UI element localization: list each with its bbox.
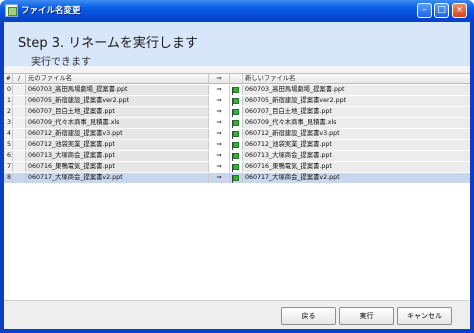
flag-cell	[230, 107, 243, 117]
table-row[interactable]: 4 060712_新宿建設_提案書v3.ppt ⇒ 060712_新宿建設_提案…	[4, 129, 470, 139]
flag-icon	[232, 120, 239, 128]
old-filename[interactable]: 060716_巣鴨電気_提案書.ppt	[26, 162, 209, 172]
run-button[interactable]: 実行	[339, 307, 394, 325]
flag-cell	[230, 118, 243, 128]
row-number: 0	[4, 85, 13, 95]
flag-icon	[232, 142, 239, 150]
row-number: 8	[4, 173, 13, 183]
flag-cell	[230, 140, 243, 150]
arrow-icon: ⇒	[209, 118, 230, 128]
flag-icon	[232, 175, 239, 183]
header-arrow[interactable]: ⇒	[209, 74, 230, 84]
flag-cell	[230, 96, 243, 106]
flag-cell	[230, 85, 243, 95]
table-row[interactable]: 2 060707_目白土地_提案書.ppt ⇒ 060707_目白土地_提案書.…	[4, 107, 470, 117]
rename-grid: # / 元のファイル名 ⇒ 新しいファイル名 0 060703_高田馬場劇場_提…	[4, 73, 470, 307]
row-number: 5	[4, 140, 13, 150]
row-number: 1	[4, 96, 13, 106]
rename-window: ファイル名変更 – □ × Step 3. リネームを実行します 実行できます …	[0, 0, 474, 333]
row-sort-cell	[13, 151, 26, 161]
row-sort-cell	[13, 140, 26, 150]
new-filename[interactable]: 060707_目白土地_提案書.ppt	[243, 107, 470, 117]
flag-cell	[230, 162, 243, 172]
arrow-icon: ⇒	[209, 85, 230, 95]
old-filename[interactable]: 060707_目白土地_提案書.ppt	[26, 107, 209, 117]
flag-icon	[232, 131, 239, 139]
new-filename[interactable]: 060709_代々木商事_見積書.xls	[243, 118, 470, 128]
new-filename[interactable]: 060712_池袋実業_提案書.ppt	[243, 140, 470, 150]
arrow-icon: ⇒	[209, 96, 230, 106]
button-bar: 戻る 実行 キャンセル	[4, 300, 470, 329]
header-sort[interactable]: /	[13, 74, 26, 84]
arrow-icon: ⇒	[209, 162, 230, 172]
row-sort-cell	[13, 118, 26, 128]
old-filename[interactable]: 060705_新宿建設_提案書ver2.ppt	[26, 96, 209, 106]
flag-icon	[232, 87, 239, 95]
close-button[interactable]: ×	[452, 3, 467, 18]
arrow-icon: ⇒	[209, 107, 230, 117]
row-sort-cell	[13, 162, 26, 172]
maximize-button[interactable]: □	[434, 3, 449, 18]
table-row[interactable]: 0 060703_高田馬場劇場_提案書.ppt ⇒ 060703_高田馬場劇場_…	[4, 85, 470, 95]
row-sort-cell	[13, 129, 26, 139]
arrow-icon: ⇒	[209, 151, 230, 161]
minimize-button[interactable]: –	[417, 3, 432, 18]
header-new-filename[interactable]: 新しいファイル名	[243, 74, 470, 84]
flag-icon	[232, 98, 239, 106]
row-sort-cell	[13, 107, 26, 117]
header-old-filename[interactable]: 元のファイル名	[26, 74, 209, 84]
row-number: 7	[4, 162, 13, 172]
row-number: 2	[4, 107, 13, 117]
app-icon	[5, 4, 18, 17]
old-filename[interactable]: 060703_高田馬場劇場_提案書.ppt	[26, 85, 209, 95]
row-sort-cell	[13, 85, 26, 95]
flag-cell	[230, 151, 243, 161]
arrow-icon: ⇒	[209, 129, 230, 139]
table-row[interactable]: 7 060716_巣鴨電気_提案書.ppt ⇒ 060716_巣鴨電気_提案書.…	[4, 162, 470, 172]
arrow-icon: ⇒	[209, 140, 230, 150]
flag-icon	[232, 164, 239, 172]
row-number: 3	[4, 118, 13, 128]
grid-header: # / 元のファイル名 ⇒ 新しいファイル名	[4, 74, 470, 84]
table-row[interactable]: 3 060709_代々木商事_見積書.xls ⇒ 060709_代々木商事_見積…	[4, 118, 470, 128]
row-number: 6	[4, 151, 13, 161]
old-filename[interactable]: 060712_新宿建設_提案書v3.ppt	[26, 129, 209, 139]
header-number[interactable]: #	[4, 74, 13, 84]
row-sort-cell	[13, 173, 26, 183]
step-subtitle: 実行できます	[31, 57, 91, 68]
new-filename[interactable]: 060713_大塚商会_提案書.ppt	[243, 151, 470, 161]
flag-icon	[232, 109, 239, 117]
table-row[interactable]: 6 060713_大塚商会_提案書.ppt ⇒ 060713_大塚商会_提案書.…	[4, 151, 470, 161]
arrow-icon: ⇒	[209, 173, 230, 183]
new-filename[interactable]: 060703_高田馬場劇場_提案書.ppt	[243, 85, 470, 95]
table-row[interactable]: 8 060717_大塚商会_提案書v2.ppt ⇒ 060717_大塚商会_提案…	[4, 173, 470, 183]
row-number: 4	[4, 129, 13, 139]
row-sort-cell	[13, 96, 26, 106]
flag-cell	[230, 173, 243, 183]
window-client: Step 3. リネームを実行します 実行できます # / 元のファイル名 ⇒ …	[4, 22, 470, 329]
new-filename[interactable]: 060717_大塚商会_提案書v2.ppt	[243, 173, 470, 183]
cancel-button[interactable]: キャンセル	[397, 307, 452, 325]
flag-icon	[232, 153, 239, 161]
title-bar[interactable]: ファイル名変更 – □ ×	[0, 0, 474, 22]
old-filename[interactable]: 060709_代々木商事_見積書.xls	[26, 118, 209, 128]
header-flag[interactable]	[230, 74, 243, 84]
step-header: Step 3. リネームを実行します 実行できます	[4, 22, 470, 68]
new-filename[interactable]: 060712_新宿建設_提案書v3.ppt	[243, 129, 470, 139]
flag-cell	[230, 129, 243, 139]
old-filename[interactable]: 060712_池袋実業_提案書.ppt	[26, 140, 209, 150]
window-title: ファイル名変更	[21, 6, 81, 16]
back-button[interactable]: 戻る	[281, 307, 336, 325]
new-filename[interactable]: 060716_巣鴨電気_提案書.ppt	[243, 162, 470, 172]
old-filename[interactable]: 060717_大塚商会_提案書v2.ppt	[26, 173, 209, 183]
new-filename[interactable]: 060705_新宿建設_提案書ver2.ppt	[243, 96, 470, 106]
table-row[interactable]: 5 060712_池袋実業_提案書.ppt ⇒ 060712_池袋実業_提案書.…	[4, 140, 470, 150]
table-row[interactable]: 1 060705_新宿建設_提案書ver2.ppt ⇒ 060705_新宿建設_…	[4, 96, 470, 106]
old-filename[interactable]: 060713_大塚商会_提案書.ppt	[26, 151, 209, 161]
step-title: Step 3. リネームを実行します	[18, 36, 198, 51]
